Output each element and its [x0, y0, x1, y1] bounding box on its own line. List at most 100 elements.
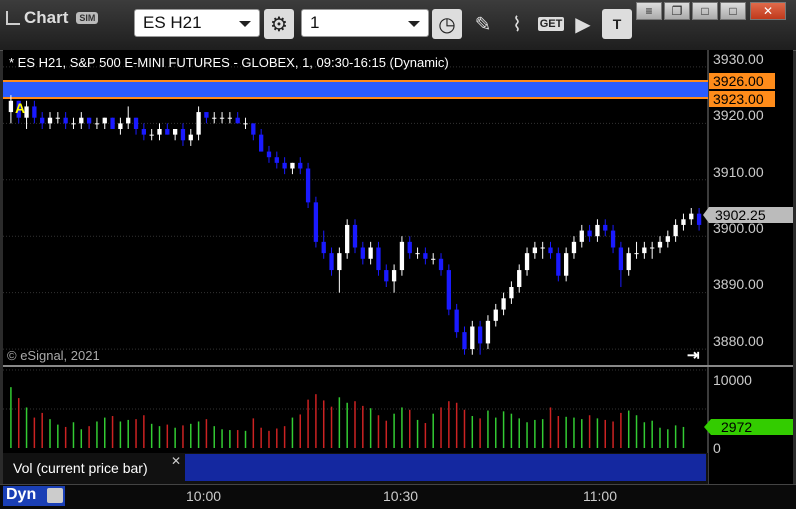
candle: [446, 264, 451, 316]
candle-body: [282, 162, 287, 169]
candle-body: [509, 287, 514, 299]
menu-window-button[interactable]: ≡: [636, 2, 662, 20]
volume-study-label: Vol (current price bar): [13, 460, 148, 476]
chevron-down-icon: [408, 21, 420, 27]
studies-button[interactable]: ⌇: [502, 9, 532, 39]
candle-body: [532, 247, 538, 254]
candle: [110, 117, 115, 129]
maximize-button[interactable]: □: [720, 2, 746, 20]
price-tick: 3890.00: [713, 276, 764, 292]
close-study-button[interactable]: ✕: [171, 454, 181, 468]
candle-body: [298, 162, 303, 169]
candle-body: [665, 236, 670, 242]
candle-body: [266, 151, 272, 158]
chart-line-icon: ⌇: [512, 13, 522, 36]
candle-body: [329, 253, 334, 271]
candle-body: [524, 253, 530, 271]
candle-body: [673, 224, 678, 237]
text-icon: T: [612, 16, 622, 32]
candle-body: [345, 224, 350, 254]
candle-body: [321, 241, 326, 254]
time-button[interactable]: ◷: [432, 9, 462, 39]
minimize-button[interactable]: □: [692, 2, 718, 20]
candle-body: [8, 100, 14, 113]
alert-marker: A: [15, 100, 25, 116]
candle-body: [477, 326, 483, 344]
minimize-icon: □: [701, 4, 709, 18]
lock-icon: [47, 488, 63, 503]
link-window-button[interactable]: ❐: [664, 2, 690, 20]
get-data-button[interactable]: GET: [536, 9, 566, 39]
candle-body: [501, 298, 506, 310]
price-tick: 3910.00: [713, 164, 764, 180]
candle-body: [188, 134, 193, 141]
candle-body: [587, 230, 592, 237]
candle-body: [493, 309, 498, 321]
candle-body: [563, 253, 569, 276]
interval-dropdown[interactable]: 1: [301, 9, 429, 37]
candle-body: [376, 247, 381, 271]
play-button[interactable]: ▶: [568, 9, 598, 39]
candle-body: [540, 247, 545, 249]
alert-band: [3, 81, 708, 98]
candle-body: [517, 270, 522, 287]
study-input-area[interactable]: [185, 454, 706, 481]
sim-badge: SIM: [76, 12, 99, 24]
candle-body: [71, 123, 76, 125]
dyn-toggle[interactable]: Dyn: [3, 486, 65, 506]
price-tick: 3880.00: [713, 333, 764, 349]
close-button[interactable]: ✕: [750, 2, 786, 20]
app-title: Chart SIM: [6, 8, 99, 28]
candle-body: [626, 253, 631, 271]
symbol-dropdown[interactable]: ES H21: [134, 9, 260, 37]
candle-body: [610, 230, 616, 248]
candle-body: [305, 168, 311, 203]
candle: [399, 236, 405, 276]
candle-body: [579, 230, 584, 242]
gear-icon: ⚙: [270, 13, 288, 36]
time-tick: 10:30: [383, 488, 419, 504]
settings-button[interactable]: ⚙: [264, 9, 294, 39]
clock-icon: ◷: [438, 13, 456, 36]
time-tick: 11:00: [583, 488, 617, 504]
price-tick: 3930.00: [713, 51, 764, 67]
upper-price-label: 3926.00: [713, 73, 764, 89]
text-button[interactable]: T: [602, 9, 632, 39]
scroll-right-button[interactable]: ⇥: [687, 347, 700, 364]
candle-body: [446, 270, 451, 310]
candle-body: [438, 258, 444, 271]
chart-panel[interactable]: * ES H21, S&P 500 E-MINI FUTURES - GLOBE…: [3, 50, 793, 484]
candle-body: [391, 270, 397, 282]
candle-body: [32, 106, 37, 118]
candle-body: [313, 202, 319, 242]
candle-body: [133, 117, 139, 129]
candle-body: [360, 247, 365, 259]
candle-body: [79, 117, 84, 124]
pencil-icon: ✎: [474, 13, 492, 36]
link-icon: ❐: [671, 4, 683, 18]
candle-body: [352, 224, 358, 248]
candle: [345, 219, 350, 259]
volume-tick: 10000: [713, 372, 752, 388]
candle-body: [657, 241, 663, 248]
candle-body: [431, 258, 436, 260]
candle-body: [110, 117, 115, 129]
candle-body: [689, 213, 694, 220]
candle-body: [118, 123, 123, 129]
price-chart-svg[interactable]: * ES H21, S&P 500 E-MINI FUTURES - GLOBE…: [3, 50, 793, 484]
candle-body: [141, 129, 147, 135]
candle-body: [556, 253, 561, 276]
candle-body: [368, 247, 373, 259]
candle-body: [227, 117, 233, 119]
close-icon: ✕: [171, 454, 181, 468]
volume-badge-label: 2972: [721, 419, 752, 435]
candle-body: [595, 224, 600, 237]
draw-button[interactable]: ✎: [468, 9, 498, 39]
candle-body: [94, 123, 100, 125]
candle-body: [55, 117, 60, 119]
candle-body: [63, 117, 68, 124]
chevron-down-icon: [239, 21, 251, 27]
candle-body: [157, 129, 162, 135]
candle-body: [642, 247, 647, 254]
candle-body: [548, 247, 553, 254]
